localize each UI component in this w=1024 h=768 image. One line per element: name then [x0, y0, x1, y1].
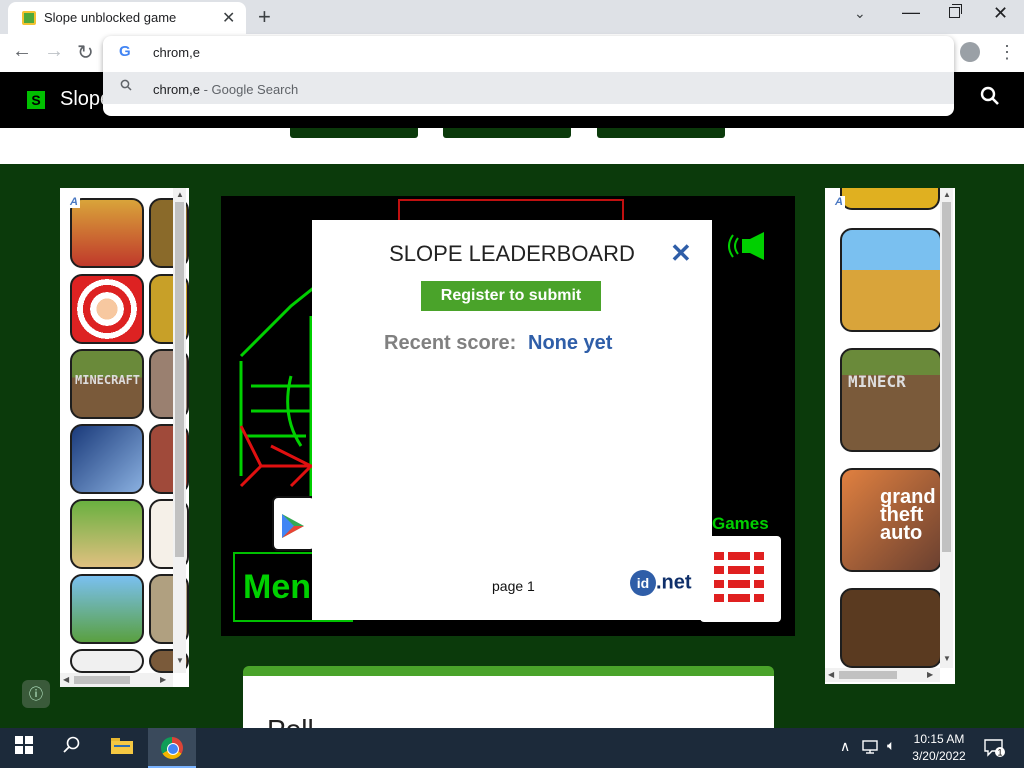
- left-games-panel: A MINECRAFT ▲ ▼ ◀ ▶: [60, 188, 189, 687]
- scroll-left-arrow-icon[interactable]: ◀: [828, 670, 834, 679]
- omnibox-suggestion[interactable]: chrom,e - Google Search: [103, 72, 954, 104]
- nav-button[interactable]: [597, 128, 725, 138]
- reload-icon[interactable]: ↻: [77, 40, 94, 65]
- game-thumbnail[interactable]: MINECR: [840, 348, 942, 452]
- adchoices-icon[interactable]: A: [833, 196, 845, 208]
- close-icon[interactable]: ✕: [670, 238, 692, 269]
- game-thumbnail[interactable]: [70, 198, 144, 268]
- game-thumbnail[interactable]: [840, 228, 942, 332]
- scroll-down-arrow-icon[interactable]: ▼: [176, 656, 184, 665]
- site-nav-strip: [0, 128, 1024, 164]
- left-panel-hscrollbar[interactable]: ◀ ▶: [60, 673, 173, 687]
- right-panel-scrollbar[interactable]: ▲ ▼: [940, 188, 953, 668]
- volume-icon[interactable]: 🔈︎: [887, 737, 895, 754]
- tab-search-chevron-icon[interactable]: ⌄: [854, 5, 866, 22]
- sound-toggle-icon[interactable]: [728, 232, 768, 265]
- game-thumbnail[interactable]: [70, 649, 144, 673]
- google-play-badge-icon[interactable]: [272, 496, 316, 551]
- game-thumbnail[interactable]: grand theft auto: [840, 468, 942, 572]
- tab-title: Slope unblocked game: [44, 10, 177, 25]
- browser-menu-icon[interactable]: ⋮: [998, 42, 1016, 63]
- scrollbar-thumb[interactable]: [74, 676, 130, 684]
- game-thumbnail[interactable]: MINECRAFT: [70, 349, 144, 419]
- minecraft-text-art: MINECR: [848, 372, 906, 391]
- back-arrow-icon[interactable]: ←: [12, 40, 32, 63]
- browser-tab-active[interactable]: Slope unblocked game ✕: [8, 2, 246, 34]
- scroll-left-arrow-icon[interactable]: ◀: [63, 675, 69, 684]
- chrome-icon: [161, 737, 183, 759]
- scrollbar-thumb[interactable]: [175, 202, 184, 557]
- game-thumbnail[interactable]: [70, 424, 144, 494]
- minecraft-text-art: MINECRAFT: [75, 373, 141, 387]
- window-minimize-button[interactable]: —: [902, 2, 920, 23]
- scroll-up-arrow-icon[interactable]: ▲: [176, 190, 184, 199]
- idnet-logo[interactable]: id .net: [630, 570, 692, 596]
- scroll-down-arrow-icon[interactable]: ▼: [943, 654, 951, 663]
- scrollbar-thumb[interactable]: [839, 671, 897, 679]
- site-favicon-icon: [22, 11, 36, 25]
- scrollbar-thumb[interactable]: [942, 202, 951, 552]
- adchoices-icon[interactable]: A: [68, 196, 80, 208]
- site-search-icon[interactable]: [980, 86, 1000, 112]
- window-close-button[interactable]: ✕: [993, 3, 1008, 24]
- notification-count: 1: [997, 748, 1002, 758]
- forward-arrow-icon[interactable]: →: [44, 40, 64, 63]
- page-indicator: page 1: [492, 578, 535, 594]
- profile-avatar-icon[interactable]: [960, 42, 980, 62]
- right-games-panel: A MINECR grand theft auto ▲ ▼ ◀ ▶: [825, 188, 955, 684]
- scroll-up-arrow-icon[interactable]: ▲: [943, 190, 951, 199]
- google-logo-icon: G: [119, 43, 131, 60]
- file-explorer-icon[interactable]: [111, 736, 133, 759]
- windows-start-icon[interactable]: [15, 736, 33, 759]
- network-icon[interactable]: [862, 739, 880, 758]
- taskbar-date[interactable]: 3/20/2022: [910, 749, 968, 763]
- game-thumbnail[interactable]: [70, 274, 144, 344]
- taskbar-chrome-button[interactable]: [148, 728, 196, 768]
- publisher-logo[interactable]: [700, 536, 781, 622]
- suggestion-description: - Google Search: [199, 82, 299, 97]
- scroll-right-arrow-icon[interactable]: ▶: [927, 670, 933, 679]
- site-logo[interactable]: S: [27, 91, 45, 109]
- address-bar-input[interactable]: chrom,e: [153, 45, 200, 60]
- info-icon[interactable]: ⓘ: [22, 680, 50, 708]
- omnibox-dropdown: G chrom,e chrom,e - Google Search: [103, 36, 954, 116]
- window-restore-button[interactable]: [949, 4, 962, 18]
- tab-close-icon[interactable]: ✕: [222, 8, 235, 28]
- left-panel-scrollbar[interactable]: ▲ ▼: [173, 188, 186, 673]
- game-thumbnail[interactable]: [70, 499, 144, 569]
- game-thumbnail[interactable]: [70, 574, 144, 644]
- new-tab-button[interactable]: +: [258, 4, 271, 30]
- taskbar-time[interactable]: 10:15 AM: [912, 732, 966, 746]
- taskbar-search-icon[interactable]: [63, 736, 81, 759]
- recent-score-value: None yet: [528, 332, 613, 354]
- register-to-submit-button[interactable]: Register to submit: [421, 281, 601, 311]
- idnet-logo-prefix: id: [630, 570, 656, 596]
- leaderboard-title: SLOPE LEADERBOARD: [389, 241, 635, 266]
- scroll-right-arrow-icon[interactable]: ▶: [160, 675, 166, 684]
- show-hidden-icons-chevron-icon[interactable]: ∧: [840, 738, 850, 755]
- suggestion-query: chrom,e: [153, 82, 200, 97]
- more-games-text[interactable]: Games: [712, 514, 769, 534]
- browser-tabstrip: Slope unblocked game ✕ + ⌄ — ✕: [0, 0, 1024, 34]
- recent-score-label: Recent score:: [384, 332, 517, 354]
- poll-card: Poll: [243, 666, 774, 745]
- windows-taskbar: ∧ 🔈︎ 10:15 AM 3/20/2022 1: [0, 728, 1024, 768]
- notifications-icon[interactable]: 1: [984, 738, 1006, 763]
- nav-button[interactable]: [443, 128, 571, 138]
- right-panel-hscrollbar[interactable]: ◀ ▶: [825, 668, 940, 682]
- gta-text-art: grand theft auto: [880, 486, 936, 544]
- leaderboard-modal: SLOPE LEADERBOARD ✕ Register to submit R…: [312, 220, 712, 620]
- search-icon: [120, 79, 132, 94]
- idnet-logo-suffix: .net: [656, 571, 692, 594]
- game-thumbnail[interactable]: [840, 188, 940, 210]
- game-thumbnail[interactable]: [840, 588, 942, 668]
- nav-button[interactable]: [290, 128, 418, 138]
